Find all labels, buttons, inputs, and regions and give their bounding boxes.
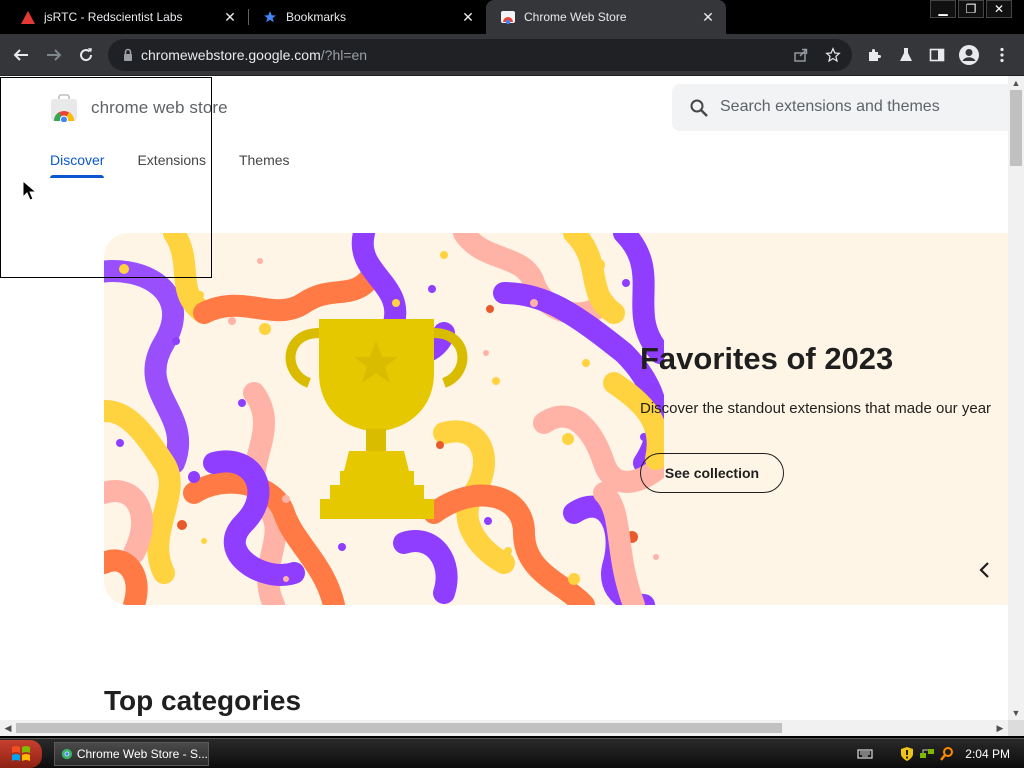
store-name: chrome web store bbox=[91, 98, 228, 117]
share-icon[interactable] bbox=[793, 47, 809, 63]
search-box[interactable]: Search extensions and themes bbox=[672, 84, 1008, 131]
tab-bookmarks[interactable]: Bookmarks ✕ bbox=[248, 0, 486, 34]
url-text[interactable]: chromewebstore.google.com/?hl=en bbox=[141, 47, 367, 63]
side-panel-button[interactable] bbox=[925, 43, 949, 67]
side-panel-icon bbox=[929, 48, 945, 62]
shield-icon[interactable] bbox=[899, 746, 915, 762]
browser-toolbar: chromewebstore.google.com/?hl=en bbox=[0, 34, 1024, 76]
horizontal-scroll-thumb[interactable] bbox=[16, 723, 782, 733]
chrome-icon bbox=[61, 748, 73, 760]
scroll-left-arrow-icon[interactable]: ◀ bbox=[3, 723, 13, 733]
tab-strip: jsRTC - Redscientist Labs ✕ Bookmarks ✕ … bbox=[0, 0, 1024, 34]
profile-button[interactable] bbox=[957, 43, 981, 67]
tab-extensions[interactable]: Extensions bbox=[137, 152, 205, 176]
chrome-web-store-icon bbox=[500, 9, 516, 25]
hero-title: Favorites of 2023 bbox=[640, 341, 894, 376]
vertical-scrollbar[interactable]: ▲ ▼ bbox=[1008, 76, 1024, 720]
puzzle-icon bbox=[869, 49, 881, 61]
tab-chrome-web-store[interactable]: Chrome Web Store ✕ bbox=[486, 0, 726, 34]
tab-discover[interactable]: Discover bbox=[50, 152, 105, 178]
taskbar-item-chrome[interactable]: Chrome Web Store - S... bbox=[54, 742, 209, 766]
hero-banner[interactable]: Favorites of 2023 Discover the standout … bbox=[104, 233, 1008, 605]
scroll-right-arrow-icon[interactable]: ▶ bbox=[995, 723, 1005, 733]
chevron-left-icon[interactable] bbox=[974, 559, 996, 581]
tab-title: Chrome Web Store bbox=[524, 10, 627, 24]
minimize-icon[interactable]: ▁ bbox=[930, 0, 956, 18]
scrollbar-corner bbox=[1008, 720, 1024, 736]
window-controls: ▁ ❐ ✕ bbox=[928, 0, 1012, 18]
network-icon[interactable] bbox=[919, 746, 935, 762]
address-bar[interactable]: chromewebstore.google.com/?hl=en bbox=[108, 39, 852, 71]
reload-icon bbox=[80, 48, 93, 62]
windows-logo-icon bbox=[12, 746, 30, 761]
tab-title: jsRTC - Redscientist Labs bbox=[44, 10, 183, 24]
search-placeholder: Search extensions and themes bbox=[720, 98, 940, 115]
back-button[interactable] bbox=[9, 43, 33, 67]
mouse-cursor-icon bbox=[22, 180, 38, 201]
forward-button[interactable] bbox=[42, 43, 66, 67]
confetti-trophy-illustration bbox=[104, 233, 664, 605]
warning-triangle-icon bbox=[20, 9, 36, 25]
store-brand[interactable]: chrome web store bbox=[50, 94, 228, 122]
bookmark-star-icon[interactable] bbox=[825, 47, 841, 63]
close-icon[interactable]: ✕ bbox=[460, 9, 476, 25]
close-icon[interactable]: ✕ bbox=[700, 9, 716, 25]
url-host: chromewebstore.google.com bbox=[141, 47, 321, 63]
labs-button[interactable] bbox=[894, 43, 918, 67]
tab-themes[interactable]: Themes bbox=[239, 152, 290, 176]
tab-title: Bookmarks bbox=[286, 10, 347, 24]
start-button[interactable] bbox=[0, 740, 42, 768]
keyboard-icon[interactable] bbox=[857, 746, 873, 762]
lock-icon bbox=[124, 48, 132, 61]
top-categories-heading: Top categories bbox=[104, 685, 302, 716]
clock[interactable]: 2:04 PM bbox=[965, 747, 1010, 761]
extensions-button[interactable] bbox=[862, 43, 886, 67]
magnifier-icon[interactable] bbox=[939, 746, 955, 762]
kebab-menu-icon bbox=[1000, 47, 1004, 63]
menu-button[interactable] bbox=[990, 43, 1014, 67]
avatar-icon bbox=[959, 45, 979, 65]
scroll-up-arrow-icon[interactable]: ▲ bbox=[1011, 78, 1021, 88]
vertical-scroll-thumb[interactable] bbox=[1010, 90, 1022, 166]
close-window-icon[interactable]: ✕ bbox=[986, 0, 1012, 18]
restore-icon[interactable]: ❐ bbox=[958, 0, 984, 18]
forward-arrow-icon bbox=[47, 49, 62, 61]
reload-button[interactable] bbox=[74, 43, 98, 67]
system-tray: 2:04 PM bbox=[853, 739, 1024, 768]
taskbar-item-label: Chrome Web Store - S... bbox=[76, 747, 208, 761]
taskbar: Chrome Web Store - S... 2:04 PM bbox=[0, 738, 1024, 768]
search-icon bbox=[690, 99, 708, 117]
back-arrow-icon bbox=[13, 49, 28, 61]
screen: jsRTC - Redscientist Labs ✕ Bookmarks ✕ … bbox=[0, 0, 1024, 768]
web-page: chrome web store Discover Extensions The… bbox=[0, 76, 1008, 720]
hero-subtitle: Discover the standout extensions that ma… bbox=[640, 400, 992, 417]
chrome-web-store-logo bbox=[51, 94, 77, 122]
see-collection-button[interactable]: See collection bbox=[640, 453, 784, 493]
close-icon[interactable]: ✕ bbox=[222, 9, 238, 25]
star-icon bbox=[262, 9, 278, 25]
flask-icon bbox=[900, 48, 912, 61]
scroll-down-arrow-icon[interactable]: ▼ bbox=[1011, 708, 1021, 718]
horizontal-scrollbar[interactable]: ◀ ▶ bbox=[0, 720, 1008, 736]
url-path: /?hl=en bbox=[320, 47, 368, 63]
tab-jsrtc[interactable]: jsRTC - Redscientist Labs ✕ bbox=[0, 0, 248, 34]
store-nav: Discover Extensions Themes bbox=[50, 152, 323, 178]
